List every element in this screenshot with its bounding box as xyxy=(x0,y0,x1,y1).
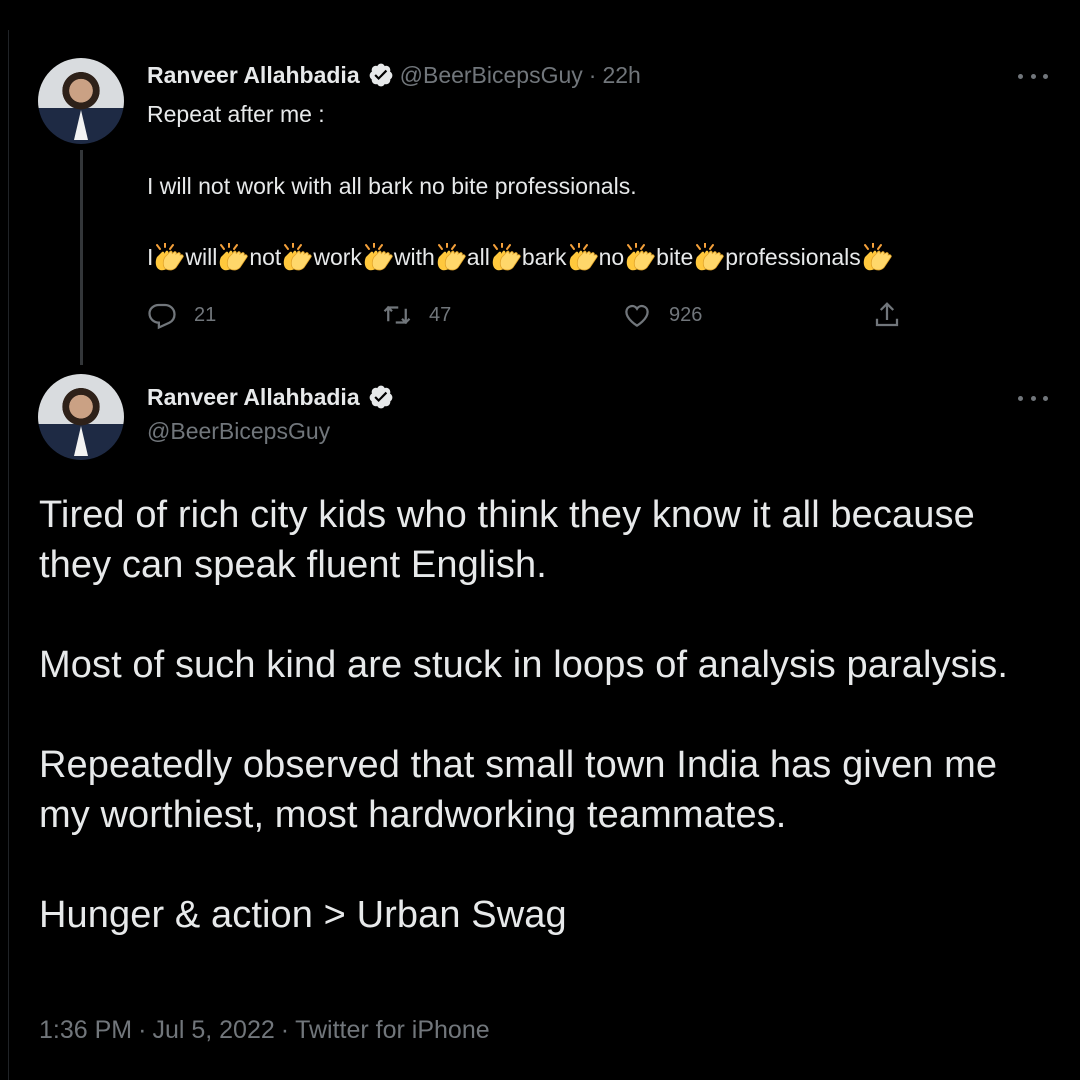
tweet-paragraph: Tired of rich city kids who think they k… xyxy=(39,494,975,586)
clap-line-word: bark xyxy=(521,243,567,270)
author-name[interactable]: Ranveer Allahbadia xyxy=(147,384,360,411)
tweet-clap-line: Iwill not work with all bark no bite professiona… xyxy=(147,242,894,271)
clapping-hands-icon xyxy=(623,242,657,271)
clap-line-word: all xyxy=(466,243,490,270)
separator: · xyxy=(138,1016,147,1044)
tweet-time[interactable]: 1:36 PM xyxy=(39,1016,132,1044)
clapping-hands-icon xyxy=(216,242,250,271)
avatar[interactable] xyxy=(38,374,124,460)
share-icon xyxy=(875,302,899,327)
tweet-source[interactable]: Twitter for iPhone xyxy=(295,1016,490,1044)
tweet-paragraph: Repeatedly observed that small town Indi… xyxy=(39,744,998,836)
clap-line-word: with xyxy=(393,243,435,270)
timestamp[interactable]: 22h xyxy=(602,62,640,89)
clapping-hands-icon xyxy=(152,242,186,271)
more-icon[interactable] xyxy=(1018,71,1048,81)
author-handle[interactable]: @BeerBicepsGuy xyxy=(400,62,583,89)
tweet-date[interactable]: Jul 5, 2022 xyxy=(152,1016,274,1044)
verified-badge-icon xyxy=(368,62,394,88)
separator: · xyxy=(280,1016,290,1044)
like-count: 926 xyxy=(669,303,703,326)
clap-line-word: work xyxy=(313,243,362,270)
clapping-hands-icon xyxy=(361,242,395,271)
reply-count: 21 xyxy=(194,303,217,326)
clapping-hands-icon xyxy=(434,242,468,271)
clapping-hands-icon xyxy=(692,242,726,271)
clap-line-word: no xyxy=(598,243,625,270)
reply-button[interactable]: 21 xyxy=(147,300,216,330)
retweet-icon xyxy=(383,305,411,325)
clapping-hands-icon xyxy=(280,242,314,271)
author-name[interactable]: Ranveer Allahbadia xyxy=(147,62,360,89)
reply-tweet-header: Ranveer Allahbadia @BeerBicepsGuy · 22h xyxy=(147,58,641,92)
main-tweet-header: Ranveer Allahbadia xyxy=(147,380,400,414)
share-button[interactable] xyxy=(872,300,902,330)
like-icon xyxy=(625,304,649,327)
tweet-text-line-2: I will not work with all bark no bite pr… xyxy=(147,173,637,199)
tweet-paragraph: Hunger & action > Urban Swag xyxy=(39,894,567,936)
reply-icon xyxy=(148,303,176,330)
tweet-footer: 1:36 PM · Jul 5, 2022 · Twitter for iPhone xyxy=(39,1016,490,1045)
clapping-hands-icon xyxy=(489,242,523,271)
author-handle[interactable]: @BeerBicepsGuy xyxy=(147,418,330,445)
clap-line-word: not xyxy=(249,243,282,270)
avatar[interactable] xyxy=(38,58,124,144)
main-tweet-text: Tired of rich city kids who think they k… xyxy=(39,490,1049,940)
clap-line-word: professionals xyxy=(725,243,861,270)
clapping-hands-icon xyxy=(860,242,894,271)
more-icon[interactable] xyxy=(1018,393,1048,403)
thread-line xyxy=(80,150,83,365)
clapping-hands-icon xyxy=(566,242,600,271)
tweet-text-line-1: Repeat after me : xyxy=(147,101,325,127)
retweet-button[interactable]: 47 xyxy=(382,300,451,330)
clap-line-word: will xyxy=(185,243,218,270)
tweet-paragraph: Most of such kind are stuck in loops of … xyxy=(39,644,1008,686)
reply-tweet[interactable]: Ranveer Allahbadia @BeerBicepsGuy · 22h … xyxy=(0,0,1080,365)
like-button[interactable]: 926 xyxy=(622,300,702,330)
clap-line-word: bite xyxy=(656,243,694,270)
separator: · xyxy=(588,61,597,88)
retweet-count: 47 xyxy=(429,303,452,326)
verified-badge-icon xyxy=(368,384,394,410)
